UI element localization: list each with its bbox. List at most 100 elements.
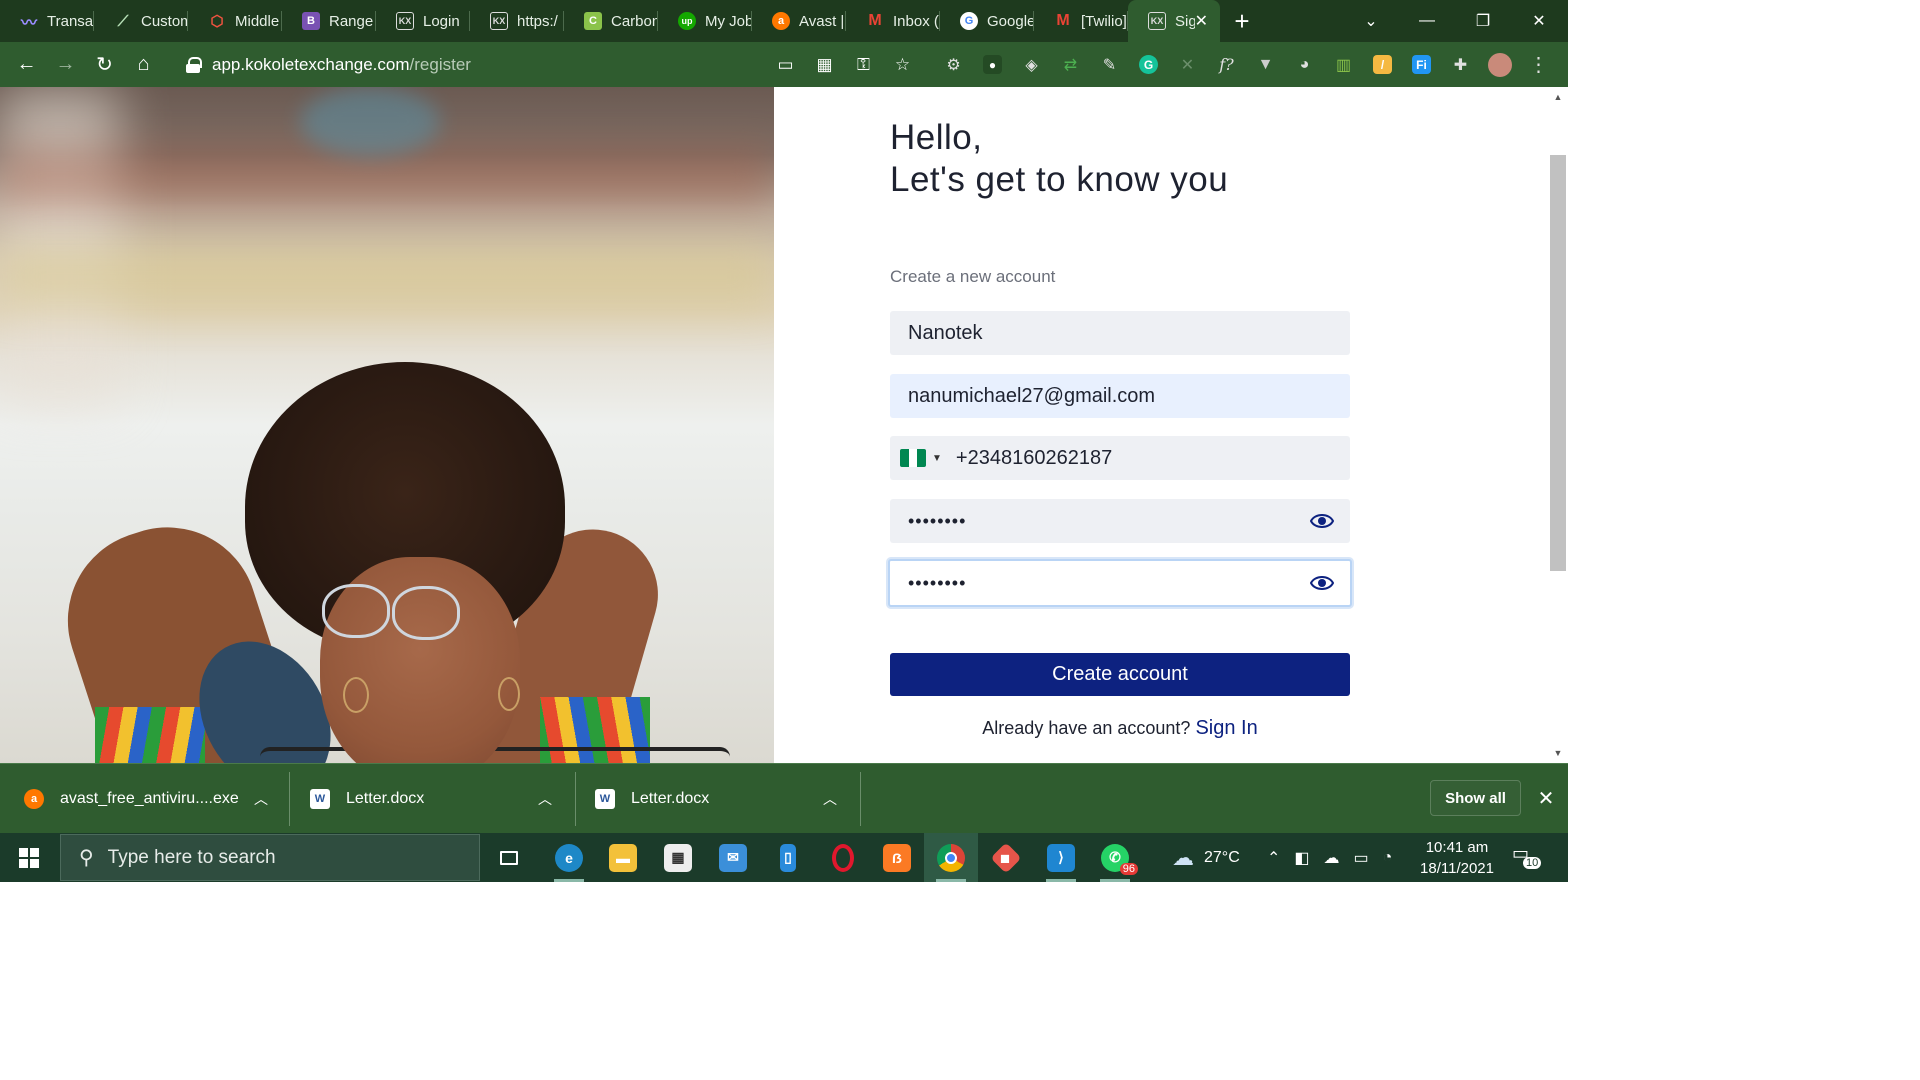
vue-devtools-icon[interactable]: ▼ [1246,42,1285,87]
chevron-up-icon[interactable]: ︿ [538,789,552,809]
qr-code-icon[interactable]: ▦ [805,55,844,75]
whatsapp-app[interactable]: ✆ 96 [1088,833,1142,882]
email-field[interactable]: nanumichael27@gmail.com [890,374,1350,418]
download-item[interactable]: W Letter.docx ︿ [310,764,572,834]
full-name-field[interactable]: Nanotek [890,311,1350,355]
home-button[interactable]: ⌂ [124,42,163,87]
url-text[interactable]: app.kokoletexchange.com/register [212,55,471,75]
scroll-down-arrow-icon[interactable]: ▼ [1548,745,1568,761]
battery-icon[interactable]: ▭ [1354,848,1369,868]
task-view-button[interactable] [482,833,536,882]
pen-extension-icon[interactable]: ✎ [1090,42,1129,87]
word-icon: W [310,789,330,809]
wifi-icon[interactable]: ◔ [1383,849,1393,867]
restore-icon: ❐ [1475,13,1491,30]
install-app-icon[interactable]: ▭ [766,55,805,75]
profile-avatar[interactable] [1480,42,1519,87]
close-tab-icon[interactable]: ✕ [1195,11,1208,31]
show-all-downloads-button[interactable]: Show all [1430,780,1521,816]
tab-search-button[interactable]: ⌄ [1343,0,1399,42]
gear-extension-icon[interactable]: ⚙ [934,42,973,87]
file-explorer-app[interactable]: ▬ [596,833,650,882]
key-icon[interactable]: ⚿ [844,55,883,75]
tab-google[interactable]: G Google [940,0,1034,42]
notification-center-button[interactable]: ▭ 10 [1512,843,1542,873]
vscode-app[interactable]: ⟩ [1034,833,1088,882]
opera-app[interactable] [816,833,870,882]
menu-kebab-icon[interactable]: ⋮ [1519,42,1558,87]
tab-custom[interactable]: ⟋ Custom [94,0,188,42]
ruler-extension-icon[interactable]: ▥ [1324,42,1363,87]
dark-extension-icon[interactable]: ● [973,42,1012,87]
nigeria-flag-icon[interactable] [900,449,926,467]
forward-button[interactable]: → [46,42,85,87]
download-item[interactable]: W Letter.docx ︿ [595,764,857,834]
weather-widget[interactable]: ☁ 27°C [1172,833,1240,882]
fi-extension-icon[interactable]: Fi [1402,42,1441,87]
scrollbar-thumb[interactable] [1550,155,1566,571]
puzzle-extensions-icon[interactable]: ✚ [1441,42,1480,87]
country-dropdown-caret-icon[interactable]: ▼ [932,453,942,464]
tab-twilio[interactable]: M [Twilio] [1034,0,1128,42]
edge-app[interactable]: e [542,833,596,882]
confirm-password-field[interactable]: •••••••• [888,559,1352,607]
arrow-right-icon: → [55,53,76,75]
restore-button[interactable]: ❐ [1455,0,1511,42]
chevron-up-icon[interactable]: ⌃ [1267,848,1280,868]
bookmark-star-icon[interactable]: ☆ [883,55,922,75]
grammarly-icon[interactable]: G [1129,42,1168,87]
system-tray: ⌃ ◧ ☁ ▭ ◔ [1267,833,1392,882]
git-diamond-icon: ◆ [990,841,1022,874]
downloads-shelf: a avast_free_antiviru....exe ︿ W Letter.… [0,763,1568,833]
eraser-extension-icon[interactable]: ◈ [1012,42,1051,87]
mail-app[interactable]: ✉ [706,833,760,882]
meet-now-icon[interactable]: ◧ [1294,848,1309,868]
taskbar-search-box[interactable]: ⚲ Type here to search [60,834,480,881]
notes-extension-icon[interactable]: / [1363,42,1402,87]
green-arrows-extension-icon[interactable]: ⇄ [1051,42,1090,87]
chrome-icon [937,843,965,872]
close-window-button[interactable]: ✕ [1511,0,1567,42]
tab-middle[interactable]: ⬡ Middle [188,0,282,42]
new-tab-button[interactable]: + [1220,0,1264,42]
taskbar-clock[interactable]: 10:41 am 18/11/2021 [1415,837,1499,879]
tab-https[interactable]: KX https:/ [470,0,564,42]
scroll-up-arrow-icon[interactable]: ▲ [1548,89,1568,105]
tab-login[interactable]: KX Login [376,0,470,42]
carbon-icon: C [584,12,602,30]
back-button[interactable]: ← [7,42,46,87]
x-extension-icon[interactable]: ✕ [1168,42,1207,87]
download-item[interactable]: a avast_free_antiviru....exe ︿ [24,764,286,834]
tab-transac[interactable]: 〰Transac [0,0,94,42]
sign-in-link[interactable]: Sign In [1195,717,1257,739]
show-password-eye-icon[interactable] [1310,511,1334,531]
store-app[interactable]: ▦ [651,833,705,882]
chevron-up-icon[interactable]: ︿ [254,789,268,809]
minimize-button[interactable]: — [1399,0,1455,42]
chrome-app[interactable] [924,833,978,882]
tab-inbox[interactable]: M Inbox ( [846,0,940,42]
phone-app[interactable]: ▯ [761,833,815,882]
ghost-extension-icon[interactable]: ◕ [1285,42,1324,87]
tab-range[interactable]: B Range [282,0,376,42]
reload-button[interactable]: ↻ [85,42,124,87]
onedrive-cloud-icon[interactable]: ☁ [1324,848,1340,868]
register-page: Hello, Let's get to know you Create a ne… [0,87,1548,763]
tab-sign-up[interactable]: KX Sig ✕ [1128,0,1220,42]
start-button[interactable] [0,833,58,882]
close-shelf-icon[interactable]: ✕ [1534,784,1558,812]
xampp-app[interactable]: ẞ [870,833,924,882]
password-field[interactable]: •••••••• [890,499,1350,543]
create-account-button[interactable]: Create account [890,653,1350,696]
phone-field[interactable]: ▼ +2348160262187 [890,436,1350,480]
function-extension-icon[interactable]: f? [1207,42,1246,87]
form-subtitle: Create a new account [890,267,1056,286]
lock-icon[interactable] [186,56,202,73]
tab-avast[interactable]: a Avast | [752,0,846,42]
address-bar[interactable]: app.kokoletexchange.com/register ▭ ▦ ⚿ ☆ [172,42,922,87]
show-confirm-password-eye-icon[interactable] [1310,573,1334,593]
git-app[interactable]: ◆ [979,833,1033,882]
tab-my-job[interactable]: up My Job [658,0,752,42]
chevron-up-icon[interactable]: ︿ [823,789,837,809]
tab-carbon[interactable]: C Carbon [564,0,658,42]
